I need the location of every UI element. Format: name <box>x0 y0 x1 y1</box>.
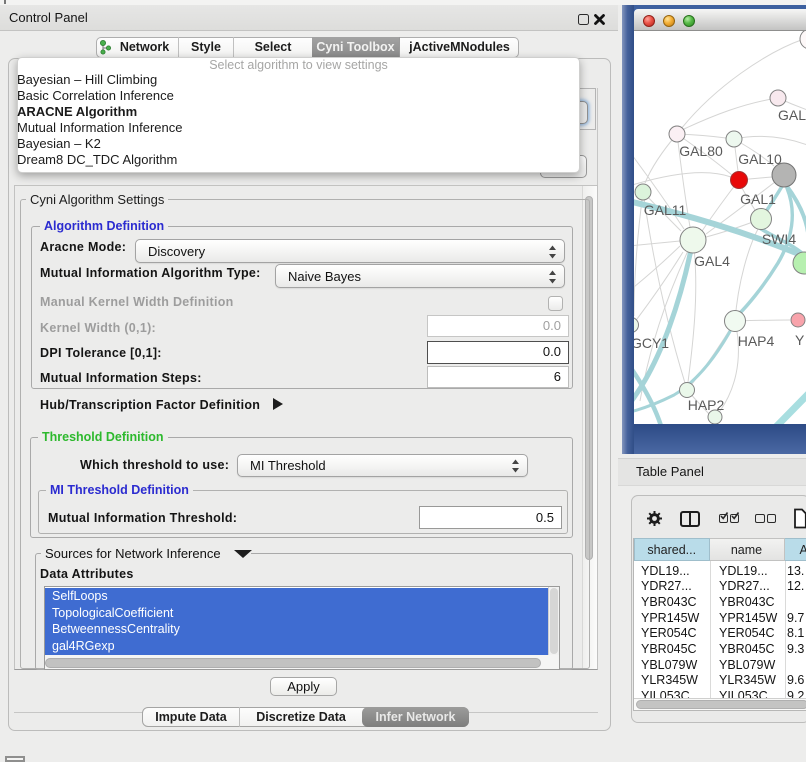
svg-text:HAP2: HAP2 <box>688 397 725 413</box>
svg-text:GAL11: GAL11 <box>644 202 687 218</box>
svg-text:GAL10: GAL10 <box>738 151 782 167</box>
svg-text:HAP4: HAP4 <box>738 333 775 349</box>
svg-text:GAL4: GAL4 <box>694 253 730 269</box>
svg-text:GAL1: GAL1 <box>740 191 776 207</box>
svg-text:Y: Y <box>795 332 805 348</box>
svg-text:GAL80: GAL80 <box>679 143 723 159</box>
svg-text:GAL7: GAL7 <box>778 107 806 123</box>
svg-text:SWI4: SWI4 <box>762 231 796 247</box>
svg-text:GCY1: GCY1 <box>634 335 669 351</box>
